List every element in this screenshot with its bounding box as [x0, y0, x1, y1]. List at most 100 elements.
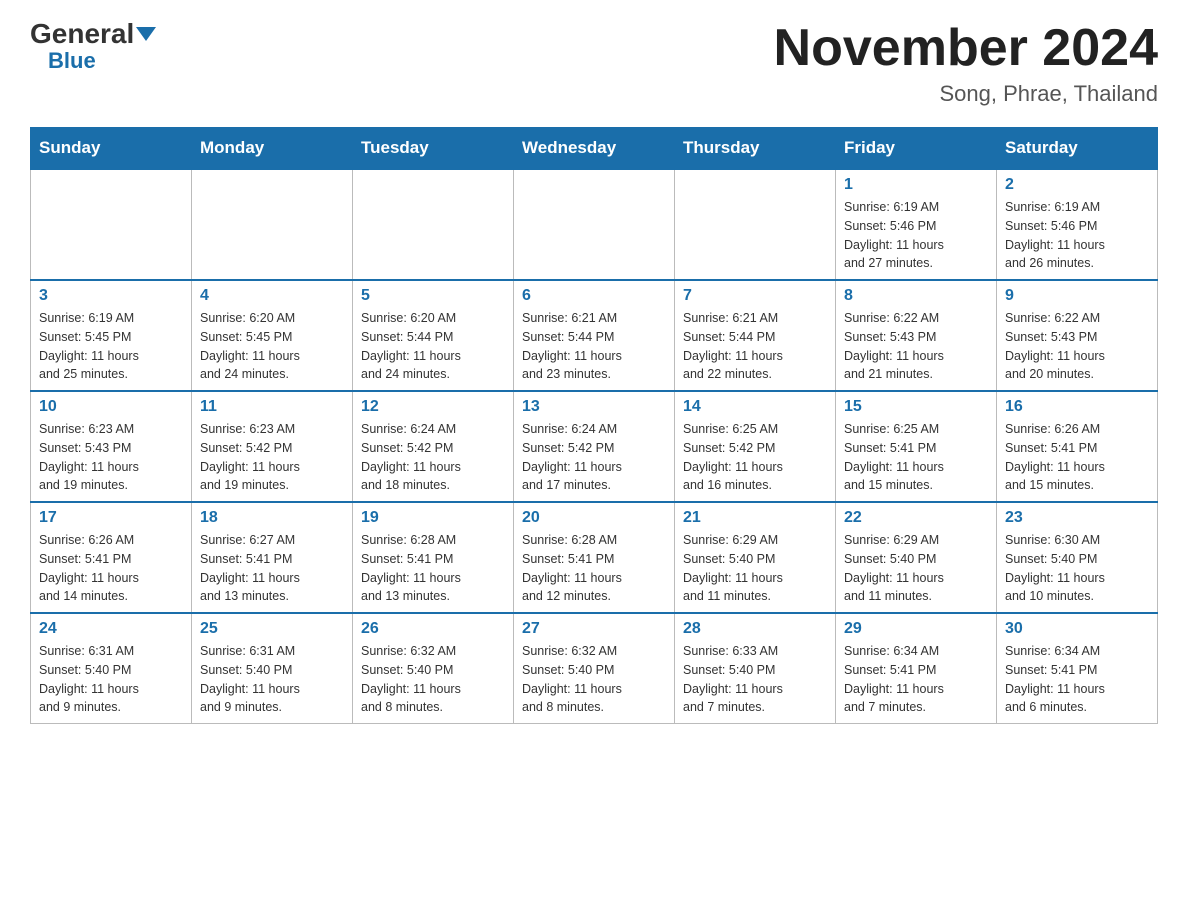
day-info: Sunrise: 6:34 AM Sunset: 5:41 PM Dayligh…	[844, 642, 988, 717]
day-info: Sunrise: 6:31 AM Sunset: 5:40 PM Dayligh…	[39, 642, 183, 717]
calendar-cell: 17Sunrise: 6:26 AM Sunset: 5:41 PM Dayli…	[31, 502, 192, 613]
day-number: 8	[844, 287, 988, 305]
calendar-cell: 1Sunrise: 6:19 AM Sunset: 5:46 PM Daylig…	[836, 169, 997, 280]
calendar-cell	[514, 169, 675, 280]
logo-general-text: General	[30, 20, 156, 48]
calendar-cell: 10 Sunrise: 6:23 AM Sunset: 5:43 PM Dayli…	[31, 391, 192, 502]
calendar-cell	[192, 169, 353, 280]
day-info: Sunrise: 6:19 AM Sunset: 5:46 PM Dayligh…	[1005, 198, 1149, 273]
day-info: Sunrise: 6:25 AM Sunset: 5:42 PM Dayligh…	[683, 420, 827, 495]
day-info: Sunrise: 6:21 AM Sunset: 5:44 PM Dayligh…	[683, 309, 827, 384]
calendar-cell: 29Sunrise: 6:34 AM Sunset: 5:41 PM Dayli…	[836, 613, 997, 724]
day-info: Sunrise: 6:23 AM Sunset: 5:42 PM Dayligh…	[200, 420, 344, 495]
weekday-header-row: SundayMondayTuesdayWednesdayThursdayFrid…	[31, 128, 1158, 170]
calendar-cell: 28 Sunrise: 6:33 AM Sunset: 5:40 PM Dayli…	[675, 613, 836, 724]
day-info: Sunrise: 6:23 AM Sunset: 5:43 PM Dayligh…	[39, 420, 183, 495]
day-number: 4	[200, 287, 344, 305]
day-number: 30	[1005, 620, 1149, 638]
day-info: Sunrise: 6:32 AM Sunset: 5:40 PM Dayligh…	[522, 642, 666, 717]
day-number: 14	[683, 398, 827, 416]
calendar-cell: 11 Sunrise: 6:23 AM Sunset: 5:42 PM Dayli…	[192, 391, 353, 502]
day-number: 23	[1005, 509, 1149, 527]
day-info: Sunrise: 6:21 AM Sunset: 5:44 PM Dayligh…	[522, 309, 666, 384]
day-number: 20	[522, 509, 666, 527]
day-info: Sunrise: 6:28 AM Sunset: 5:41 PM Dayligh…	[522, 531, 666, 606]
day-number: 5	[361, 287, 505, 305]
logo: General Blue	[30, 20, 156, 74]
day-number: 18	[200, 509, 344, 527]
calendar-cell: 24 Sunrise: 6:31 AM Sunset: 5:40 PM Dayli…	[31, 613, 192, 724]
calendar-cell: 22Sunrise: 6:29 AM Sunset: 5:40 PM Dayli…	[836, 502, 997, 613]
weekday-header-sunday: Sunday	[31, 128, 192, 170]
weekday-header-thursday: Thursday	[675, 128, 836, 170]
day-info: Sunrise: 6:34 AM Sunset: 5:41 PM Dayligh…	[1005, 642, 1149, 717]
day-number: 9	[1005, 287, 1149, 305]
calendar-cell	[675, 169, 836, 280]
month-title: November 2024	[774, 20, 1158, 77]
calendar-cell: 19Sunrise: 6:28 AM Sunset: 5:41 PM Dayli…	[353, 502, 514, 613]
calendar-cell: 12 Sunrise: 6:24 AM Sunset: 5:42 PM Dayli…	[353, 391, 514, 502]
day-number: 1	[844, 176, 988, 194]
day-number: 10	[39, 398, 183, 416]
week-row-1: 1 Sunrise: 6:19 AM Sunset: 5:46 PM Daylig…	[31, 169, 1158, 280]
day-number: 27	[522, 620, 666, 638]
day-info: Sunrise: 6:26 AM Sunset: 5:41 PM Dayligh…	[39, 531, 183, 606]
day-number: 28	[683, 620, 827, 638]
day-number: 24	[39, 620, 183, 638]
day-info: Sunrise: 6:25 AM Sunset: 5:41 PM Dayligh…	[844, 420, 988, 495]
day-info: Sunrise: 6:32 AM Sunset: 5:40 PM Dayligh…	[361, 642, 505, 717]
calendar-cell	[31, 169, 192, 280]
day-info: Sunrise: 6:24 AM Sunset: 5:42 PM Dayligh…	[522, 420, 666, 495]
calendar-cell: 18 Sunrise: 6:27 AM Sunset: 5:41 PM Dayli…	[192, 502, 353, 613]
day-number: 2	[1005, 176, 1149, 194]
calendar-cell: 5 Sunrise: 6:20 AM Sunset: 5:44 PM Daylig…	[353, 280, 514, 391]
day-info: Sunrise: 6:31 AM Sunset: 5:40 PM Dayligh…	[200, 642, 344, 717]
calendar-cell: 27 Sunrise: 6:32 AM Sunset: 5:40 PM Dayli…	[514, 613, 675, 724]
day-number: 12	[361, 398, 505, 416]
calendar-cell: 25 Sunrise: 6:31 AM Sunset: 5:40 PM Dayli…	[192, 613, 353, 724]
day-number: 16	[1005, 398, 1149, 416]
week-row-2: 3 Sunrise: 6:19 AM Sunset: 5:45 PM Daylig…	[31, 280, 1158, 391]
day-info: Sunrise: 6:26 AM Sunset: 5:41 PM Dayligh…	[1005, 420, 1149, 495]
day-info: Sunrise: 6:33 AM Sunset: 5:40 PM Dayligh…	[683, 642, 827, 717]
calendar-cell: 20 Sunrise: 6:28 AM Sunset: 5:41 PM Dayli…	[514, 502, 675, 613]
day-info: Sunrise: 6:19 AM Sunset: 5:45 PM Dayligh…	[39, 309, 183, 384]
calendar-cell	[353, 169, 514, 280]
day-info: Sunrise: 6:22 AM Sunset: 5:43 PM Dayligh…	[844, 309, 988, 384]
day-number: 13	[522, 398, 666, 416]
day-info: Sunrise: 6:29 AM Sunset: 5:40 PM Dayligh…	[844, 531, 988, 606]
week-row-4: 17Sunrise: 6:26 AM Sunset: 5:41 PM Dayli…	[31, 502, 1158, 613]
calendar-cell: 13 Sunrise: 6:24 AM Sunset: 5:42 PM Dayli…	[514, 391, 675, 502]
day-number: 7	[683, 287, 827, 305]
day-number: 11	[200, 398, 344, 416]
week-row-5: 24 Sunrise: 6:31 AM Sunset: 5:40 PM Dayli…	[31, 613, 1158, 724]
header: General Blue November 2024 Song, Phrae, …	[30, 20, 1158, 107]
day-number: 6	[522, 287, 666, 305]
day-info: Sunrise: 6:20 AM Sunset: 5:45 PM Dayligh…	[200, 309, 344, 384]
calendar-cell: 4 Sunrise: 6:20 AM Sunset: 5:45 PM Daylig…	[192, 280, 353, 391]
day-number: 25	[200, 620, 344, 638]
calendar-cell: 30 Sunrise: 6:34 AM Sunset: 5:41 PM Dayli…	[997, 613, 1158, 724]
day-number: 15	[844, 398, 988, 416]
calendar-table: SundayMondayTuesdayWednesdayThursdayFrid…	[30, 127, 1158, 724]
weekday-header-wednesday: Wednesday	[514, 128, 675, 170]
calendar-cell: 14 Sunrise: 6:25 AM Sunset: 5:42 PM Dayli…	[675, 391, 836, 502]
day-number: 21	[683, 509, 827, 527]
calendar-cell: 15 Sunrise: 6:25 AM Sunset: 5:41 PM Dayli…	[836, 391, 997, 502]
week-row-3: 10 Sunrise: 6:23 AM Sunset: 5:43 PM Dayli…	[31, 391, 1158, 502]
day-number: 3	[39, 287, 183, 305]
logo-triangle-icon	[136, 27, 156, 41]
calendar-cell: 23 Sunrise: 6:30 AM Sunset: 5:40 PM Dayli…	[997, 502, 1158, 613]
calendar-cell: 26Sunrise: 6:32 AM Sunset: 5:40 PM Dayli…	[353, 613, 514, 724]
calendar-cell: 6 Sunrise: 6:21 AM Sunset: 5:44 PM Daylig…	[514, 280, 675, 391]
calendar-cell: 8 Sunrise: 6:22 AM Sunset: 5:43 PM Daylig…	[836, 280, 997, 391]
day-info: Sunrise: 6:30 AM Sunset: 5:40 PM Dayligh…	[1005, 531, 1149, 606]
weekday-header-friday: Friday	[836, 128, 997, 170]
day-number: 19	[361, 509, 505, 527]
weekday-header-saturday: Saturday	[997, 128, 1158, 170]
calendar-cell: 7 Sunrise: 6:21 AM Sunset: 5:44 PM Daylig…	[675, 280, 836, 391]
calendar-cell: 21Sunrise: 6:29 AM Sunset: 5:40 PM Dayli…	[675, 502, 836, 613]
day-info: Sunrise: 6:27 AM Sunset: 5:41 PM Dayligh…	[200, 531, 344, 606]
day-info: Sunrise: 6:24 AM Sunset: 5:42 PM Dayligh…	[361, 420, 505, 495]
day-info: Sunrise: 6:20 AM Sunset: 5:44 PM Dayligh…	[361, 309, 505, 384]
